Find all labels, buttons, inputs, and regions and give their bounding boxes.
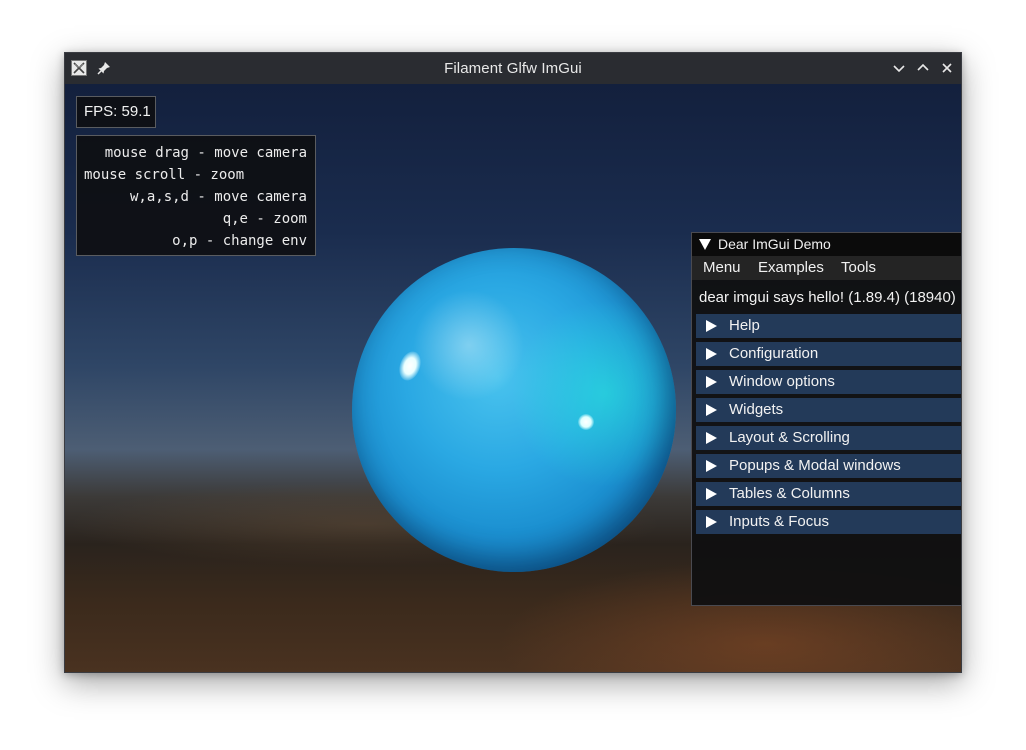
menu-item-examples[interactable]: Examples xyxy=(758,256,824,280)
chevron-down-icon[interactable] xyxy=(891,60,907,76)
imgui-window-title: Dear ImGui Demo xyxy=(718,236,831,252)
header-help[interactable]: Help xyxy=(696,314,961,338)
chevron-up-icon[interactable] xyxy=(915,60,931,76)
help-line: o,p - change env xyxy=(172,233,307,249)
app-window: Filament Glfw ImGui FPS: 59.1 mouse drag… xyxy=(64,52,962,673)
header-window-options[interactable]: Window options xyxy=(696,370,961,394)
header-label: Inputs & Focus xyxy=(729,513,830,530)
imgui-demo-window[interactable]: Dear ImGui Demo Menu Examples Tools dear… xyxy=(691,232,961,606)
fps-counter: FPS: 59.1 xyxy=(76,96,156,128)
menu-item-tools[interactable]: Tools xyxy=(841,256,876,280)
expand-arrow-icon xyxy=(706,460,717,472)
hello-text: dear imgui says hello! (1.89.4) (18940) xyxy=(699,289,956,306)
close-icon[interactable] xyxy=(939,60,955,76)
help-line: mouse drag - move camera xyxy=(104,145,307,161)
help-line: q,e - zoom xyxy=(222,211,307,227)
help-line: mouse scroll - zoom xyxy=(84,167,245,183)
collapse-arrow-icon[interactable] xyxy=(699,239,711,250)
render-viewport[interactable]: FPS: 59.1 mouse drag - move camera mouse… xyxy=(65,84,961,672)
expand-arrow-icon xyxy=(706,348,717,360)
header-label: Help xyxy=(729,317,760,334)
header-label: Widgets xyxy=(729,401,784,418)
title-bar[interactable]: Filament Glfw ImGui xyxy=(65,53,961,84)
expand-arrow-icon xyxy=(706,516,717,528)
header-layout-scrolling[interactable]: Layout & Scrolling xyxy=(696,426,961,450)
sphere-model xyxy=(352,248,676,572)
menu-item-menu[interactable]: Menu xyxy=(703,256,741,280)
header-tables-columns[interactable]: Tables & Columns xyxy=(696,482,961,506)
controls-help-overlay: mouse drag - move camera mouse scroll - … xyxy=(76,135,316,256)
specular-highlight xyxy=(578,414,594,430)
expand-arrow-icon xyxy=(706,488,717,500)
imgui-title-bar[interactable]: Dear ImGui Demo xyxy=(692,233,961,256)
window-title: Filament Glfw ImGui xyxy=(444,60,582,77)
header-widgets[interactable]: Widgets xyxy=(696,398,961,422)
expand-arrow-icon xyxy=(706,432,717,444)
header-label: Configuration xyxy=(729,345,819,362)
imgui-menu-bar: Menu Examples Tools xyxy=(692,256,961,280)
header-popups-modal[interactable]: Popups & Modal windows xyxy=(696,454,961,478)
help-line: w,a,s,d - move camera xyxy=(129,189,307,205)
expand-arrow-icon xyxy=(706,404,717,416)
header-label: Layout & Scrolling xyxy=(729,429,850,446)
header-inputs-focus[interactable]: Inputs & Focus xyxy=(696,510,961,534)
header-label: Tables & Columns xyxy=(729,485,850,502)
header-label: Popups & Modal windows xyxy=(729,457,901,474)
expand-arrow-icon xyxy=(706,320,717,332)
expand-arrow-icon xyxy=(706,376,717,388)
header-configuration[interactable]: Configuration xyxy=(696,342,961,366)
header-label: Window options xyxy=(729,373,835,390)
